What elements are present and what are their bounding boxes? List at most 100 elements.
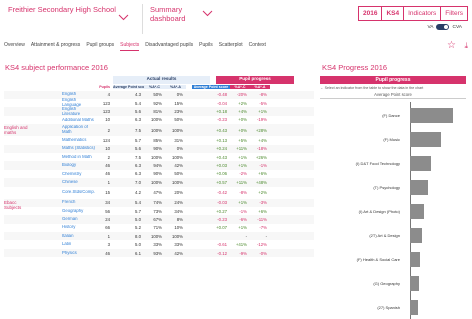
cell-aps: 8.0: [135, 233, 141, 239]
cell-subject[interactable]: English Literature: [62, 107, 95, 117]
cell-subject[interactable]: Chemistry: [62, 172, 95, 177]
cell-aa: 100%: [172, 179, 183, 185]
tab-disadvantaged-pupils[interactable]: Disadvantaged pupils: [145, 42, 193, 51]
table-row[interactable]: Italian 1 8.0 100% 100% - -: [4, 232, 314, 241]
chart-bar[interactable]: [410, 300, 418, 315]
cell-ac2: +11%: [236, 146, 247, 152]
cell-subject[interactable]: Core.Stds/Comp.Eng: [62, 190, 95, 195]
cell-aps: 6.3: [135, 171, 141, 177]
table-row[interactable]: Physics 46 6.1 93% 42% -0.12 -9% -0%: [4, 248, 314, 258]
col-aa[interactable]: %A*-A: [165, 85, 186, 90]
cell-subject[interactable]: Geography: [62, 209, 95, 214]
col-aa-progress[interactable]: %A*-A: [250, 85, 270, 90]
cell-pupils: 124: [102, 137, 110, 143]
school-name[interactable]: Freithier Secondary High School: [8, 5, 116, 14]
chevron-down-icon[interactable]: [202, 10, 213, 17]
cell-subject[interactable]: German: [62, 217, 95, 222]
cell-ac2: -20%: [236, 92, 247, 98]
cell-ac2: +11%: [236, 179, 247, 185]
table-row[interactable]: English Literature 123 5.6 81% 23% +0.18 +4% +1…: [4, 107, 314, 117]
cell-subject[interactable]: Application of Math: [62, 125, 95, 135]
table-row[interactable]: Geography 56 5.7 73% 34% +0.27 -1% +6%: [4, 206, 314, 216]
tab-pupil-groups[interactable]: Pupil groups: [86, 42, 114, 51]
cell-subject[interactable]: English: [62, 92, 95, 97]
chart-bar[interactable]: [410, 132, 441, 147]
cell-subject[interactable]: Latin: [62, 242, 95, 247]
toggle-switch[interactable]: [436, 24, 450, 30]
cell-aps: 5.7: [135, 137, 141, 143]
table-row[interactable]: Additional Maths 10 6.3 100% 50% -0.23 +0% -19%: [4, 115, 314, 125]
year-button[interactable]: 2016: [357, 6, 383, 21]
table-row[interactable]: English 4 4.3 50% 0% -0.48 -20% -8%: [4, 90, 314, 99]
cell-subject[interactable]: Biology: [62, 163, 95, 168]
tab-pupils[interactable]: Pupils: [199, 42, 213, 51]
chart-category-label: (T) Psychology: [373, 185, 400, 190]
table-row[interactable]: Application of Math 2 7.5 100% 100% +0.43 +0% +…: [4, 124, 314, 137]
top-buttons: 2016 KS4 Indicators Filters: [357, 6, 468, 21]
chart-bar[interactable]: [410, 180, 428, 195]
table-row[interactable]: Mathematics 124 5.7 85% 31% +0.13 +5% +4%: [4, 136, 314, 145]
cell-subject[interactable]: Method in Math: [62, 155, 95, 160]
cell-subject[interactable]: Chinese: [62, 180, 95, 185]
cell-aps: 5.4: [135, 100, 141, 106]
table-row[interactable]: Chinese 1 7.0 100% 100% +0.57 +11% +48%: [4, 178, 314, 187]
col-ac-progress[interactable]: %A*-C: [230, 85, 250, 90]
cell-pupils: 123: [102, 100, 110, 106]
cell-aa: 10%: [174, 225, 183, 231]
tab-scatterplot[interactable]: Scatterplot: [219, 42, 243, 51]
cell-ac: 100%: [151, 233, 162, 239]
table-row[interactable]: English Language 123 5.4 92% 15% -0.04 +2% -5%: [4, 98, 314, 108]
indicators-button[interactable]: Indicators: [403, 6, 442, 21]
star-icon[interactable]: ☆: [447, 40, 456, 51]
tab-subjects[interactable]: Subjects: [120, 42, 140, 51]
chevron-down-icon[interactable]: [118, 14, 129, 21]
cell-subject[interactable]: French: [62, 200, 95, 205]
cell-pupils: 46: [105, 163, 110, 169]
va-cva-toggle[interactable]: VA CVA: [427, 24, 462, 30]
chart-bar[interactable]: [410, 276, 419, 291]
cell-subject[interactable]: History: [62, 225, 95, 230]
cell-subject[interactable]: Italian: [62, 234, 95, 239]
col-aps-progress[interactable]: Average Point score: [192, 85, 230, 90]
table-row[interactable]: German 24 5.0 67% 8% -0.23 -6% -11%: [4, 215, 314, 224]
col-pupils[interactable]: Pupils: [95, 85, 113, 89]
toggle-right-label: CVA: [452, 24, 462, 30]
cell-aa2: +26%: [255, 154, 267, 160]
table-row[interactable]: Maths (Statistics) 10 5.6 90% 0% +0.24 +11% -18…: [4, 144, 314, 153]
cell-subject[interactable]: Mathematics: [62, 138, 95, 143]
cell-subject[interactable]: Physics: [62, 251, 95, 256]
cell-subject[interactable]: Additional Maths: [62, 118, 95, 123]
col-aps[interactable]: Average Point score: [113, 85, 144, 90]
view-name[interactable]: Summary dashboard: [150, 5, 198, 23]
cell-aps: 4.3: [135, 92, 141, 98]
cell-aa2: +1%: [258, 109, 267, 115]
cell-aps: 6.3: [135, 117, 141, 123]
cell-aa: 0%: [176, 92, 183, 98]
download-icon[interactable]: ⤓: [464, 41, 468, 51]
chart-bar[interactable]: [410, 156, 431, 171]
table-row[interactable]: Chemistry 46 6.3 90% 50% +0.06 -2% +6%: [4, 169, 314, 179]
stage-button[interactable]: KS4: [381, 6, 405, 21]
chart-category-label: (27) Spanish: [377, 305, 400, 310]
cell-ac2: +1%: [238, 154, 247, 160]
tab-overview[interactable]: Overview: [4, 42, 25, 51]
table-row[interactable]: French 34 5.4 74% 24% -0.03 +1% -3%: [4, 198, 314, 207]
table-row[interactable]: History 66 5.2 71% 10% +0.07 +1% -7%: [4, 223, 314, 233]
chart-bar[interactable]: [410, 108, 453, 123]
tab-attainment-progress[interactable]: Attainment & progress: [31, 42, 80, 51]
filters-button[interactable]: Filters: [440, 6, 468, 21]
cell-subject[interactable]: Maths (Statistics): [62, 146, 95, 151]
chart-bar[interactable]: [410, 252, 420, 267]
table-row[interactable]: Method in Math 2 7.5 100% 100% +0.43 +1% +26%: [4, 152, 314, 162]
tab-context[interactable]: Context: [249, 42, 266, 51]
cell-aps2: -0.48: [217, 92, 227, 98]
col-ac[interactable]: %A*-C: [144, 85, 165, 90]
chart-bar[interactable]: [410, 228, 422, 243]
divider: [142, 4, 143, 34]
table-row[interactable]: Biology 46 6.3 94% 42% +0.03 +1% -1%: [4, 161, 314, 170]
chart-bar[interactable]: [410, 204, 424, 219]
table-row[interactable]: Core.Stds/Comp.Eng 15 4.2 47% 20% -0.42 -8% +2%: [4, 186, 314, 199]
table-row[interactable]: Latin 3 5.0 33% 33% -0.61 +41% -12%: [4, 240, 314, 249]
progress-title: KS4 Progress 2016: [322, 63, 388, 72]
progress-subtitle: Average Point score: [320, 92, 466, 99]
